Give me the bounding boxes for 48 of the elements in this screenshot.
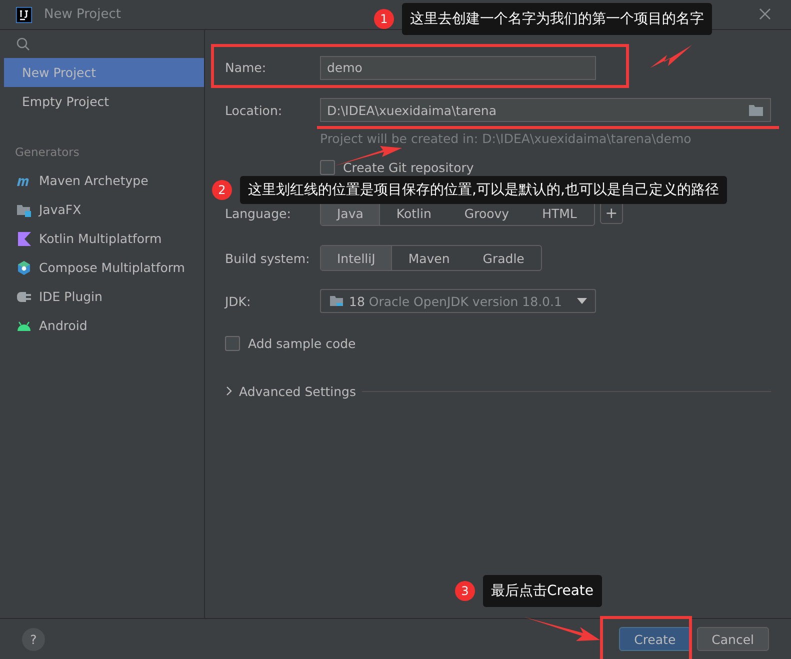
generator-item[interactable]: IDE Plugin bbox=[39, 289, 102, 304]
close-icon[interactable] bbox=[759, 8, 771, 20]
arrow bbox=[650, 45, 692, 68]
hexagon-icon bbox=[16, 260, 32, 276]
generator-item[interactable]: Maven Archetype bbox=[39, 173, 148, 188]
field-label: Name: bbox=[225, 60, 268, 75]
field-label: Build system: bbox=[225, 250, 311, 266]
cancel-button[interactable]: Cancel bbox=[696, 627, 769, 651]
folder-icon[interactable] bbox=[748, 103, 764, 117]
add-button[interactable]: + bbox=[600, 202, 623, 224]
checkbox[interactable] bbox=[225, 336, 240, 350]
jdk-dropdown[interactable]: 18 Oracle OpenJDK version 18.0.1 bbox=[320, 289, 596, 313]
checkbox[interactable] bbox=[320, 160, 335, 174]
dropdown-arrow-icon[interactable] bbox=[577, 298, 587, 304]
create-button[interactable]: Create bbox=[619, 627, 691, 651]
section-toggle[interactable]: Advanced Settings bbox=[239, 384, 356, 398]
callout-text: 最后点击Create bbox=[483, 575, 602, 607]
checkbox-label: Add sample code bbox=[248, 336, 356, 350]
folder-icon bbox=[329, 294, 345, 308]
callout-text: 这里划红线的位置是项目保存的位置,可以是默认的,也可以是自己定义的路径 bbox=[240, 176, 727, 204]
kotlin-icon bbox=[16, 230, 32, 246]
language-option[interactable]: HTML bbox=[526, 201, 594, 225]
field-label: JDK: bbox=[225, 294, 252, 308]
language-option[interactable]: Kotlin bbox=[380, 201, 448, 225]
chevron-icon[interactable] bbox=[225, 386, 233, 396]
name-field[interactable]: demo bbox=[320, 56, 596, 80]
help-button[interactable]: ? bbox=[22, 628, 45, 650]
step-number: 3 bbox=[455, 581, 475, 601]
build-option[interactable]: Maven bbox=[392, 246, 467, 270]
field-label: Location: bbox=[225, 102, 284, 118]
generator-item[interactable]: Compose Multiplatform bbox=[39, 260, 185, 275]
build-option[interactable]: IntelliJ bbox=[321, 246, 392, 270]
generator-item[interactable]: Kotlin Multiplatform bbox=[39, 231, 162, 246]
search-icon[interactable] bbox=[16, 37, 30, 51]
sidebar-item[interactable]: Empty Project bbox=[4, 87, 204, 116]
app-logo-icon bbox=[16, 6, 32, 22]
field-label: Language: bbox=[225, 206, 292, 220]
location-field[interactable]: D:\IDEA\xuexidaima\tarena bbox=[320, 98, 771, 122]
step-number: 2 bbox=[212, 180, 232, 200]
section-heading: Generators bbox=[15, 145, 80, 159]
callout-text: 这里去创建一个名字为我们的第一个项目的名字 bbox=[402, 3, 712, 35]
window-title: New Project bbox=[44, 7, 121, 22]
generator-item[interactable]: Android bbox=[39, 318, 88, 333]
checkbox-label: Create Git repository bbox=[343, 160, 474, 174]
location-hint: Project will be created in: D:\IDEA\xuexidaima\tarena\demo bbox=[320, 130, 692, 146]
generator-item[interactable]: JavaFX bbox=[39, 202, 82, 217]
build-option[interactable]: Gradle bbox=[466, 246, 542, 270]
language-option[interactable]: Groovy bbox=[448, 201, 526, 225]
